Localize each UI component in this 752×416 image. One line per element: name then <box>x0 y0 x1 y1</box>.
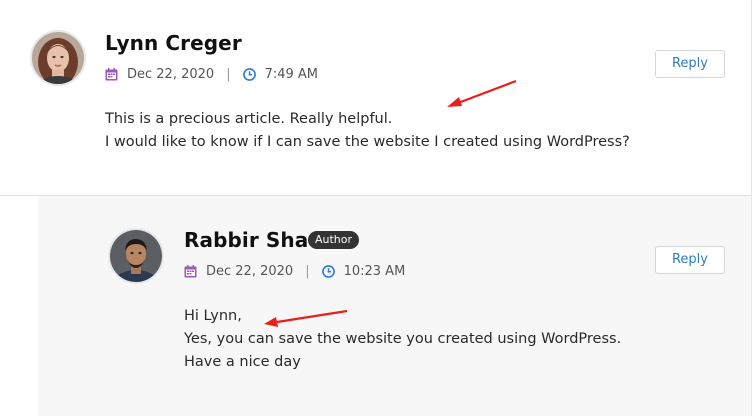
comment-line: This is a precious article. Really helpf… <box>105 111 393 127</box>
comment-line: Yes, you can save the website you create… <box>184 331 622 347</box>
comment-lynn-creger: Lynn Creger Dec 22, 2020 | 7:49 AM This … <box>0 0 751 196</box>
avatar-woman-image <box>32 32 84 84</box>
avatar <box>30 30 86 86</box>
reply-button[interactable]: Reply <box>655 246 725 274</box>
comment-time: 10:23 AM <box>343 264 406 279</box>
reply-button[interactable]: Reply <box>655 50 725 78</box>
calendar-icon <box>184 265 197 278</box>
clock-icon <box>242 68 256 81</box>
comment-meta: Dec 22, 2020 | 7:49 AM <box>105 67 318 82</box>
comment-date: Dec 22, 2020 <box>127 67 215 82</box>
comments-section: Lynn Creger Dec 22, 2020 | 7:49 AM This … <box>0 0 752 416</box>
author-badge: Author <box>308 231 360 249</box>
avatar-man-image <box>110 230 162 282</box>
meta-separator: | <box>305 264 310 279</box>
comment-line: Have a nice day <box>184 354 301 370</box>
author-name: Rabbir Shad <box>184 228 323 252</box>
calendar-icon <box>105 68 118 81</box>
comment-body: Hi Lynn, Yes, you can save the website y… <box>184 305 621 374</box>
comment-rabbir-shad: Rabbir Shad Author Dec 22, 2020 | 10:23 … <box>38 196 751 416</box>
comment-line: I would like to know if I can save the w… <box>105 134 630 150</box>
author-name: Lynn Creger <box>105 31 242 55</box>
avatar <box>108 228 164 284</box>
comment-time: 7:49 AM <box>264 67 319 82</box>
comment-meta: Dec 22, 2020 | 10:23 AM <box>184 264 405 279</box>
meta-separator: | <box>226 67 231 82</box>
comment-body: This is a precious article. Really helpf… <box>105 108 630 154</box>
comment-line: Hi Lynn, <box>184 308 242 324</box>
comment-date: Dec 22, 2020 <box>206 264 294 279</box>
clock-icon <box>321 265 335 278</box>
